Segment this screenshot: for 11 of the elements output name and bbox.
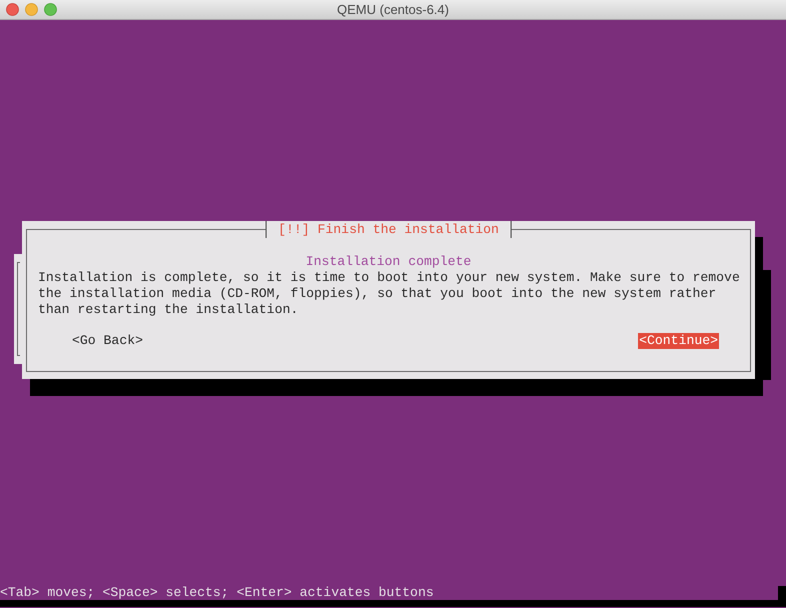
dialog-title: [!!] Finish the installation [265, 221, 512, 238]
close-icon[interactable] [6, 3, 19, 16]
cursor-block [778, 586, 786, 607]
dialog-message: Installation is complete, so it is time to boot into your new system. Make sure to remove the installation media (CD-ROM, floppies), so that you boot into the new system rather than restarting the installation. [38, 270, 741, 318]
go-back-button[interactable]: <Go Back> [71, 333, 144, 349]
continue-button[interactable]: <Continue> [638, 333, 719, 349]
zoom-icon[interactable] [44, 3, 57, 16]
dialog-heading: Installation complete [304, 254, 472, 270]
window-title: QEMU (centos-6.4) [337, 1, 449, 19]
minimize-icon[interactable] [25, 3, 38, 16]
help-line: <Tab> moves; <Space> selects; <Enter> activates buttons [0, 585, 435, 600]
